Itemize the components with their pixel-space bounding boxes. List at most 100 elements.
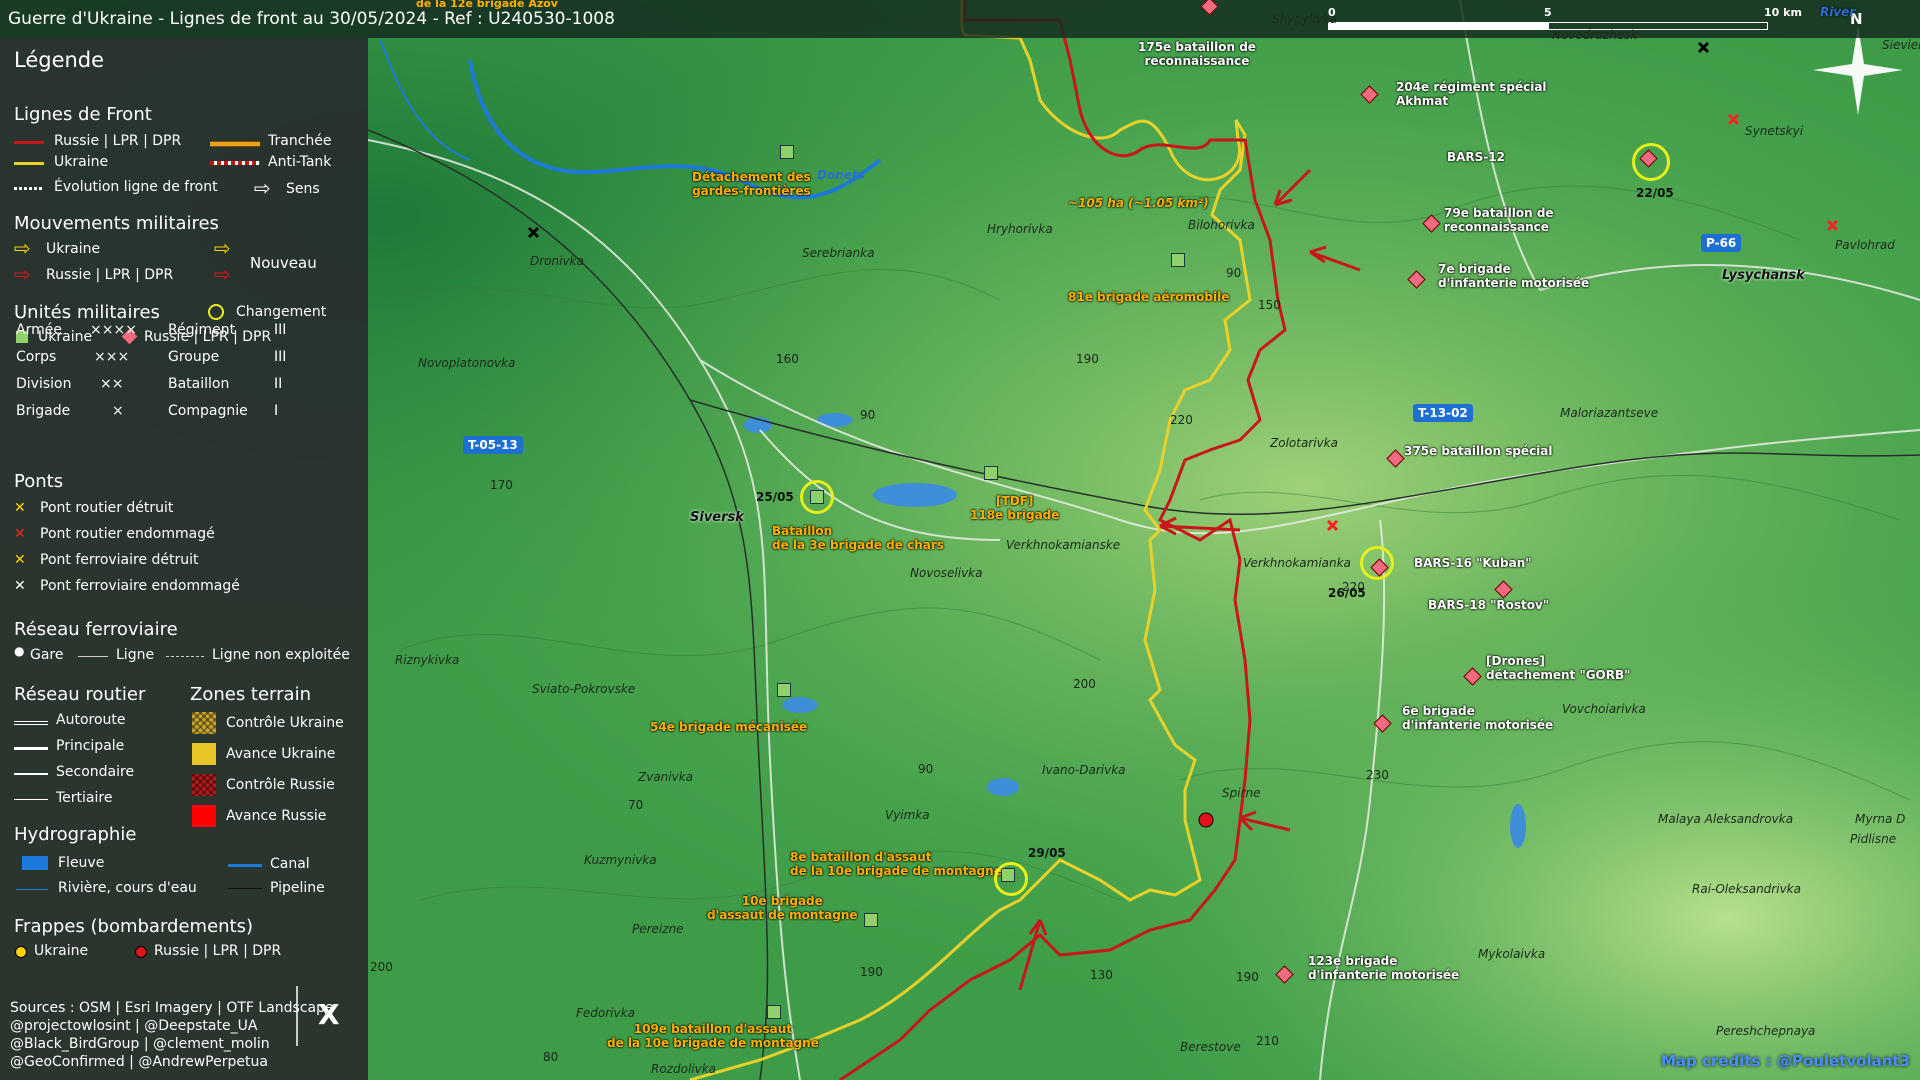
strike-marker[interactable] <box>1198 812 1214 828</box>
elevation-label: 230 <box>1366 768 1389 782</box>
echelon-name: Régiment <box>168 322 236 338</box>
echelon-name: Bataillon <box>168 376 230 392</box>
road-number-badge[interactable]: P-66 <box>1701 234 1742 252</box>
russia-strike-icon <box>135 946 147 958</box>
russia-unit-label[interactable]: 79e bataillon de reconnaissance <box>1444 206 1554 234</box>
ukraine-unit-label[interactable]: 81e brigade aéromobile <box>1068 290 1229 304</box>
ukraine-unit-icon[interactable] <box>864 913 878 927</box>
change-highlight-ring <box>994 862 1028 896</box>
town-label: Kuzmynivka <box>584 853 657 867</box>
russia-unit-label[interactable]: BARS-16 "Kuban" <box>1414 556 1532 570</box>
source-line: @GeoConfirmed | @AndrewPerpetua <box>10 1054 268 1070</box>
road-swatch <box>14 747 48 750</box>
ukraine-line-label: Ukraine <box>54 154 109 170</box>
source-line: @projectowlosint | @Deepstate_UA <box>10 1018 258 1034</box>
trench-label: Tranchée <box>268 133 332 149</box>
bridges-heading: Ponts <box>14 471 64 492</box>
elevation-label: 200 <box>370 960 393 974</box>
ukraine-unit-label[interactable]: 10e brigade d'assaut de montagne <box>707 894 858 922</box>
antitank-swatch <box>210 161 260 165</box>
ukraine-unit-label[interactable]: Détachement des gardes-frontières <box>692 170 811 198</box>
ukraine-unit-label[interactable]: 54e brigade mécanisée <box>650 720 807 734</box>
town-label: Zvanivka <box>638 770 694 784</box>
echelon-symbol: III <box>274 322 287 338</box>
ukraine-move-label: Ukraine <box>46 241 101 257</box>
echelon-name: Groupe <box>168 349 220 365</box>
town-label: Malaya Aleksandrovka <box>1658 812 1794 826</box>
zone-label: Contrôle Ukraine <box>226 715 344 731</box>
town-label: Shypylivka <box>1272 12 1338 26</box>
russia-strike-label: Russie | LPR | DPR <box>154 943 282 959</box>
change-highlight-ring <box>800 480 834 514</box>
russia-unit-label[interactable]: 204e régiment spécial Akhmat <box>1396 80 1547 108</box>
hydro-heading: Hydrographie <box>14 824 137 845</box>
road-label: Principale <box>56 738 125 754</box>
russia-unit-label[interactable]: 123e brigade d'infanterie motorisée <box>1308 954 1459 982</box>
road-swatch <box>14 773 48 775</box>
town-label: Mykolaivka <box>1478 947 1546 961</box>
direction-label: Sens <box>286 181 320 197</box>
elevation-label: 210 <box>1256 1034 1279 1048</box>
elevation-label: 190 <box>1236 970 1259 984</box>
ukraine-unit-label[interactable]: Bataillon de la 3e brigade de chars <box>772 524 944 552</box>
change-circle-icon <box>208 304 224 320</box>
russia-unit-label[interactable]: 175e bataillon de reconnaissance <box>1138 40 1256 68</box>
zone-swatch <box>192 805 216 827</box>
canal-swatch <box>228 864 262 867</box>
zone-swatch <box>192 712 216 734</box>
echelon-name: Armée <box>16 322 62 338</box>
russia-unit-label[interactable]: BARS-12 <box>1447 150 1505 164</box>
river-swatch <box>22 856 48 870</box>
town-label: Synetskyi <box>1745 124 1804 138</box>
russia-unit-label[interactable]: BARS-18 "Rostov" <box>1428 598 1549 612</box>
elevation-label: 90 <box>860 408 876 422</box>
units-heading: Unités militaires <box>14 302 160 323</box>
zones-heading: Zones terrain <box>190 684 311 705</box>
russia-unit-label[interactable]: 375e bataillon spécial <box>1404 444 1553 458</box>
ukraine-unit-label[interactable]: 8e bataillon d'assaut de la 10e brigade d… <box>790 850 1002 878</box>
road-number-badge[interactable]: T-13-02 <box>1413 404 1473 422</box>
elevation-label: 130 <box>1090 968 1113 982</box>
ukraine-unit-icon[interactable] <box>780 145 794 159</box>
elevation-label: 190 <box>1076 352 1099 366</box>
rail-line-label: Ligne <box>116 647 155 663</box>
antitank-label: Anti-Tank <box>268 154 332 170</box>
town-label: Dronivka <box>530 254 584 268</box>
top-unit-snippet: de la 12e brigade Azov <box>416 0 558 10</box>
town-label: Lysychansk <box>1722 268 1805 283</box>
town-label: Siversk <box>690 510 744 525</box>
russia-unit-label[interactable]: 7e brigade d'infanterie motorisée <box>1438 262 1589 290</box>
change-date: 25/05 <box>756 490 794 504</box>
elevation-label: 160 <box>776 352 799 366</box>
road-swatch <box>14 799 48 800</box>
echelon-name: Compagnie <box>168 403 248 419</box>
road-number-badge[interactable]: T-05-13 <box>463 436 523 454</box>
echelon-symbol: II <box>274 376 283 392</box>
evolution-swatch <box>14 187 44 190</box>
russia-unit-label[interactable]: 6e brigade d'infanterie motorisée <box>1402 704 1553 732</box>
ukraine-unit-icon[interactable] <box>984 466 998 480</box>
ukraine-unit-icon[interactable] <box>1171 253 1185 267</box>
russia-unit-label[interactable]: [Drones] détachement "GORB" <box>1486 654 1630 682</box>
ukraine-unit-label[interactable]: [TDF] 118e brigade <box>970 494 1059 522</box>
ukraine-unit-icon[interactable] <box>767 1005 781 1019</box>
russia-move-icon: ⇨ <box>14 262 31 286</box>
town-label: Pereshchepnaya <box>1716 1024 1816 1038</box>
bridge-label: Pont routier détruit <box>40 500 174 516</box>
legend-panel: Légende Lignes de Front Russie | LPR | D… <box>0 38 368 1080</box>
echelon-name: Brigade <box>16 403 71 419</box>
ukraine-unit-icon[interactable] <box>777 683 791 697</box>
page-title: Guerre d'Ukraine - Lignes de front au 30… <box>8 9 615 29</box>
town-label: Ivano-Darivka <box>1042 763 1126 777</box>
echelon-symbol: ×××× <box>90 322 137 338</box>
town-label: Zolotarivka <box>1270 436 1338 450</box>
elevation-label: 150 <box>1258 298 1281 312</box>
change-highlight-ring <box>1632 143 1670 181</box>
ukraine-unit-label[interactable]: 109e bataillon d'assaut de la 10e brigade… <box>607 1022 819 1050</box>
town-label: Hryhorivka <box>987 222 1053 236</box>
elevation-label: 220 <box>1170 413 1193 427</box>
town-label: Novodruzhesk <box>1552 28 1638 42</box>
bridge-label: Pont ferroviaire détruit <box>40 552 199 568</box>
russia-move-label: Russie | LPR | DPR <box>46 267 174 283</box>
road-label: Tertiaire <box>56 790 113 806</box>
